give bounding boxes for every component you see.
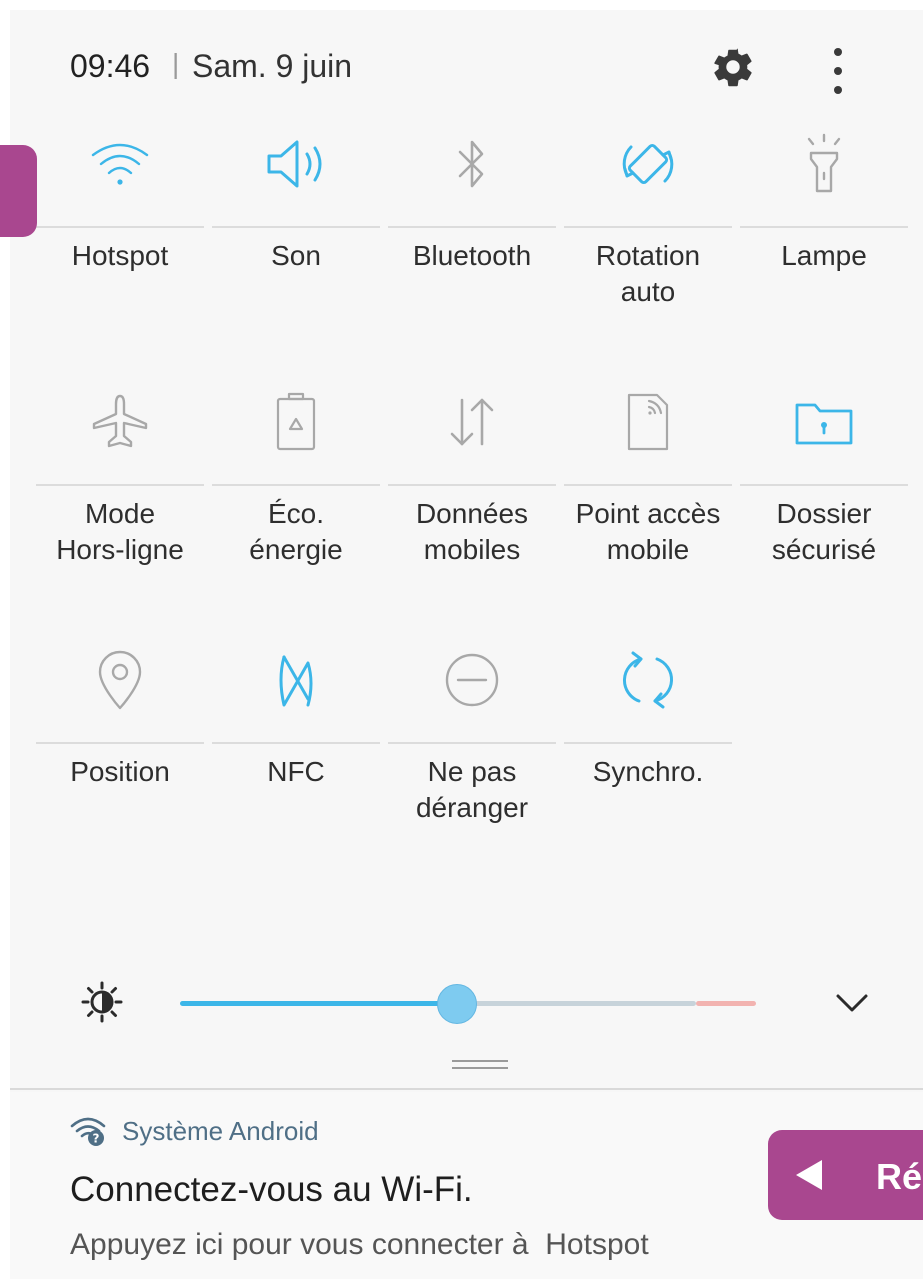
tile-synchro[interactable]: Synchro. <box>560 634 736 892</box>
sync-icon <box>560 634 736 726</box>
slider-track-filled <box>180 1001 457 1006</box>
clock-date: Sam. 9 juin <box>192 48 353 84</box>
location-icon <box>32 634 208 726</box>
tile-hotspot[interactable]: Hotspot <box>32 118 208 376</box>
tile-divider <box>564 226 732 228</box>
tile-point-acces-mobile[interactable]: Point accès mobile <box>560 376 736 634</box>
tile-divider <box>388 226 556 228</box>
notification-body: Appuyez ici pour vous connecter à Hotspo… <box>70 1228 649 1261</box>
more-vertical-icon[interactable] <box>818 44 858 98</box>
tile-bluetooth[interactable]: Bluetooth <box>384 118 560 376</box>
tile-label: Position <box>70 756 170 787</box>
svg-text:?: ? <box>93 1132 100 1146</box>
volume-icon <box>208 118 384 210</box>
tile-ne-pas-deranger[interactable]: Ne pas déranger <box>384 634 560 892</box>
secure-folder-icon <box>736 376 912 468</box>
tile-label: Point accès mobile <box>575 498 721 565</box>
clock-time: 09:46 <box>70 48 151 84</box>
tile-divider <box>740 484 908 486</box>
tile-label: Bluetooth <box>412 240 532 271</box>
tile-divider <box>740 226 908 228</box>
tile-divider <box>36 484 204 486</box>
tile-label: Hotspot <box>71 240 169 271</box>
tile-label: Rotation auto <box>595 240 701 307</box>
nfc-icon <box>208 634 384 726</box>
tile-lampe[interactable]: Lampe <box>736 118 912 376</box>
battery-saver-icon <box>208 376 384 468</box>
tile-label: Ne pas déranger <box>415 756 529 823</box>
chevron-down-icon[interactable] <box>830 986 874 1022</box>
tile-divider <box>212 742 380 744</box>
tile-divider <box>388 484 556 486</box>
status-header: 09:46 | Sam. 9 juin <box>10 10 923 120</box>
tile-position[interactable]: Position <box>32 634 208 892</box>
tile-eco-energie[interactable]: Éco. énergie <box>208 376 384 634</box>
tile-label: Son <box>271 240 321 271</box>
tile-label: Lampe <box>781 240 867 271</box>
slider-thumb[interactable] <box>437 984 478 1024</box>
back-button[interactable]: Ré <box>768 1130 923 1220</box>
mobile-data-icon <box>384 376 560 468</box>
back-arrow-icon <box>796 1160 822 1190</box>
tile-divider <box>564 484 732 486</box>
tile-divider <box>36 226 204 228</box>
tile-divider <box>212 484 380 486</box>
brightness-icon <box>81 981 123 1023</box>
slider-track-remaining <box>456 1001 696 1006</box>
tile-donnees-mobiles[interactable]: Données mobiles <box>384 376 560 634</box>
notification-title: Connectez-vous au Wi-Fi. <box>70 1170 473 1209</box>
tile-label: Dossier sécurisé <box>771 498 877 565</box>
brightness-slider[interactable] <box>168 970 768 1036</box>
tile-divider <box>212 226 380 228</box>
bluetooth-icon <box>384 118 560 210</box>
tile-label: Données mobiles <box>415 498 529 565</box>
back-button-label: Ré <box>876 1156 923 1197</box>
overlay-side-tab[interactable] <box>0 145 37 237</box>
tile-label: Synchro. <box>592 756 704 787</box>
tile-label: NFC <box>267 756 325 787</box>
flashlight-icon <box>736 118 912 210</box>
slider-track-warning <box>696 1001 756 1006</box>
airplane-icon <box>32 376 208 468</box>
quick-settings-panel: 09:46 | Sam. 9 juin Hotspot Son Bluetoot… <box>10 10 923 1279</box>
tile-son[interactable]: Son <box>208 118 384 376</box>
auto-rotate-icon <box>560 118 736 210</box>
tile-mode-hors-ligne[interactable]: Mode Hors-ligne <box>32 376 208 634</box>
tile-rotation-auto[interactable]: Rotation auto <box>560 118 736 376</box>
tile-divider <box>36 742 204 744</box>
tile-dossier-securise[interactable]: Dossier sécurisé <box>736 376 912 634</box>
do-not-disturb-icon <box>384 634 560 726</box>
wifi-question-icon: ? <box>70 1117 106 1146</box>
tile-label: Mode Hors-ligne <box>56 498 184 565</box>
section-divider <box>10 1088 923 1090</box>
drag-handle[interactable] <box>452 1060 508 1074</box>
tile-nfc[interactable]: NFC <box>208 634 384 892</box>
gear-icon[interactable] <box>710 44 756 90</box>
mobile-hotspot-icon <box>560 376 736 468</box>
tile-divider <box>564 742 732 744</box>
notification-app-name: Système Android <box>122 1116 319 1146</box>
tile-divider <box>388 742 556 744</box>
wifi-icon <box>32 118 208 210</box>
tile-label: Éco. énergie <box>249 498 343 565</box>
header-separator: | <box>172 48 180 79</box>
